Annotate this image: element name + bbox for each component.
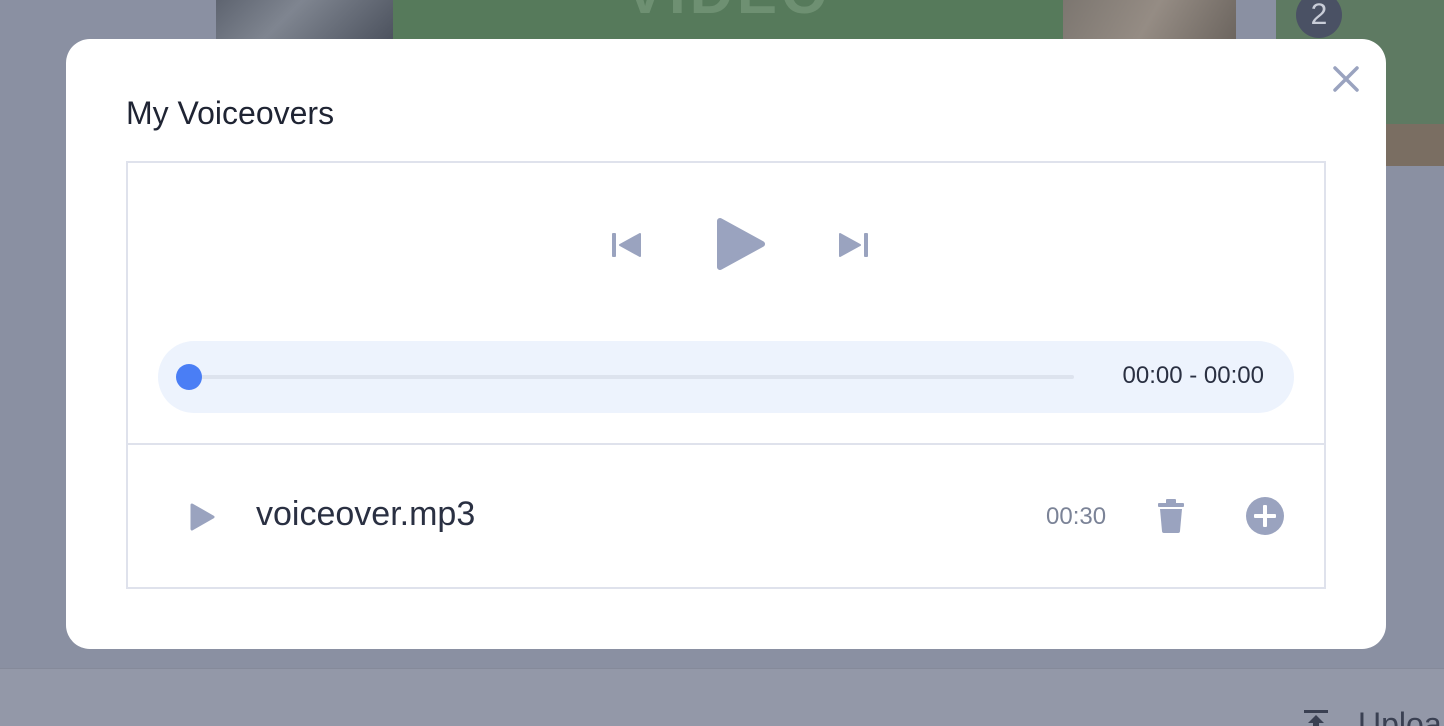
play-icon[interactable] <box>714 215 766 273</box>
slide-thumbnail <box>1063 0 1236 40</box>
voiceovers-modal: My Voiceovers 00:00 - 00:00 voiceover.mp… <box>66 39 1386 649</box>
track-duration: 00:30 <box>1046 503 1107 530</box>
close-icon[interactable] <box>1330 63 1362 95</box>
modal-title: My Voiceovers <box>126 95 335 131</box>
slide-thumbnail-video: VIDEO <box>393 0 1063 40</box>
progress-track[interactable] <box>188 375 1074 379</box>
trash-icon[interactable] <box>1158 499 1184 533</box>
upload-icon <box>1304 710 1328 726</box>
slide-thumbnail <box>216 0 393 40</box>
voiceover-list-item[interactable]: voiceover.mp3 00:30 <box>128 445 1324 589</box>
progress-knob[interactable] <box>176 364 202 390</box>
thumbnail-text: VIDEO <box>625 0 832 27</box>
bottom-toolbar <box>0 668 1444 726</box>
track-name: voiceover.mp3 <box>256 495 476 533</box>
progress-bar-container: 00:00 - 00:00 <box>158 341 1294 413</box>
time-readout: 00:00 - 00:00 <box>1122 362 1264 389</box>
add-circle-icon[interactable] <box>1246 497 1284 535</box>
skip-previous-icon[interactable] <box>610 229 642 261</box>
skip-next-icon[interactable] <box>838 229 870 261</box>
audio-player: 00:00 - 00:00 voiceover.mp3 00:30 <box>126 161 1326 589</box>
upload-button-label: Uploa <box>1358 706 1442 726</box>
playback-controls <box>128 215 1324 275</box>
play-icon[interactable] <box>188 501 216 533</box>
